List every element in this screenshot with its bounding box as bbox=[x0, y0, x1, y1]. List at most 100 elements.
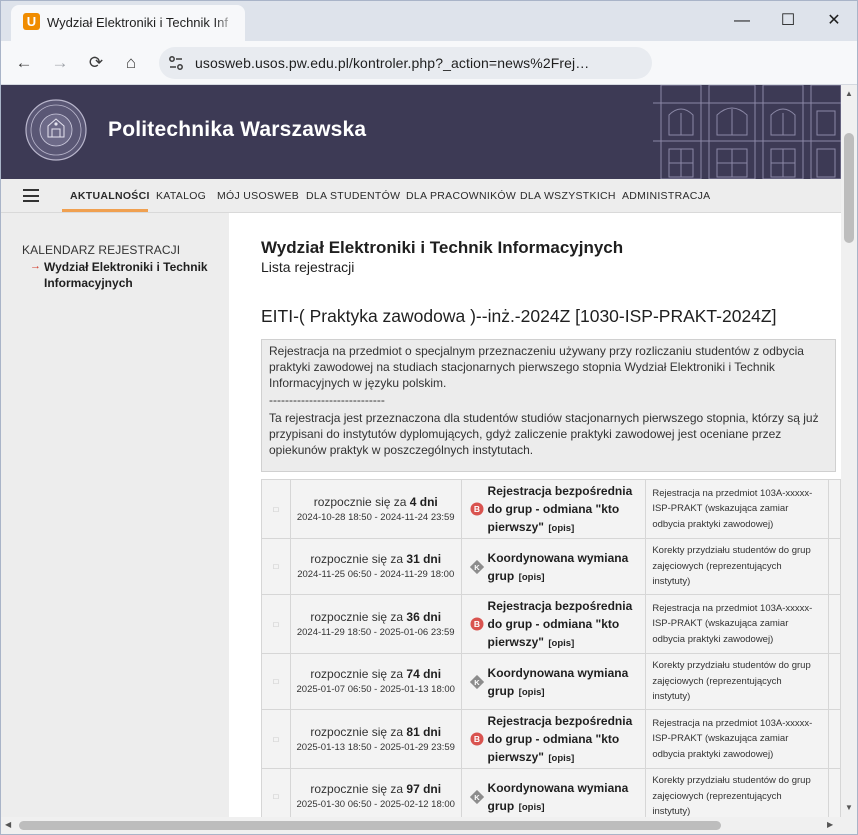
row-tail bbox=[828, 709, 841, 769]
scrollbar-thumb[interactable] bbox=[844, 133, 854, 243]
row-tail bbox=[828, 538, 841, 595]
menu-item-for-students[interactable]: DLA STUDENTÓW bbox=[306, 190, 400, 202]
row-dates: rozpocznie się za 36 dni 2024-11-29 18:50… bbox=[289, 594, 462, 654]
coordinated-exchange-icon: K bbox=[469, 789, 484, 804]
university-name[interactable]: Politechnika Warszawska bbox=[108, 118, 366, 142]
svg-text:K: K bbox=[474, 678, 480, 687]
maximize-icon[interactable]: ☐ bbox=[776, 9, 800, 33]
banner: Politechnika Warszawska bbox=[1, 85, 841, 179]
menu-item-administration[interactable]: ADMINISTRACJA bbox=[622, 190, 711, 202]
row-type: K Koordynowana wymiana grup [opis] bbox=[460, 768, 647, 817]
row-checkbox[interactable]: □ bbox=[261, 653, 291, 710]
menu-item-for-staff[interactable]: DLA PRACOWNIKÓW bbox=[406, 190, 516, 202]
description-link[interactable]: [opis] bbox=[548, 523, 574, 534]
menu-item-catalog[interactable]: KATALOG bbox=[156, 190, 206, 202]
description-separator: ----------------------------- bbox=[269, 393, 385, 407]
checkbox-icon[interactable]: □ bbox=[274, 562, 279, 571]
minimize-icon[interactable]: — bbox=[730, 9, 754, 33]
usos-favicon-icon: U bbox=[23, 13, 40, 30]
tab-title: Wydział Elektroniki i Technik Inf bbox=[47, 15, 228, 30]
days-count: 97 dni bbox=[406, 782, 442, 796]
horizontal-scrollbar[interactable]: ◀ ▶ bbox=[1, 817, 841, 834]
row-tail bbox=[828, 594, 841, 654]
row-note: Korekty przydziału studentów do grup zaj… bbox=[645, 653, 830, 710]
row-type: K Koordynowana wymiana grup [opis] bbox=[460, 538, 647, 595]
checkbox-icon[interactable]: □ bbox=[274, 505, 279, 514]
row-checkbox[interactable]: □ bbox=[261, 709, 291, 769]
row-note: Rejestracja na przedmiot 103A-xxxxx-ISP-… bbox=[645, 479, 830, 539]
direct-registration-icon: B bbox=[470, 617, 484, 631]
direct-registration-icon: B bbox=[470, 732, 484, 746]
description-link[interactable]: [opis] bbox=[519, 572, 545, 583]
forward-icon[interactable]: → bbox=[48, 51, 72, 75]
scroll-up-icon[interactable]: ▲ bbox=[845, 89, 853, 98]
vertical-scrollbar[interactable]: ▲ ▼ bbox=[841, 85, 857, 817]
row-dates: rozpocznie się za 31 dni 2024-11-25 06:50… bbox=[289, 538, 462, 595]
scroll-down-icon[interactable]: ▼ bbox=[845, 803, 853, 812]
row-type: B Rejestracja bezpośrednia do grup - odmi… bbox=[460, 479, 647, 539]
home-icon[interactable]: ⌂ bbox=[119, 51, 143, 75]
row-dates: rozpocznie się za 81 dni 2025-01-13 18:50… bbox=[289, 709, 462, 769]
days-count: 36 dni bbox=[406, 609, 442, 624]
starts-in-prefix: rozpocznie się za bbox=[313, 494, 410, 509]
scroll-left-icon[interactable]: ◀ bbox=[5, 820, 11, 829]
close-icon[interactable]: ✕ bbox=[822, 9, 846, 33]
back-icon[interactable]: ← bbox=[12, 51, 36, 75]
sidebar: KALENDARZ REJESTRACJI → Wydział Elektron… bbox=[1, 213, 229, 817]
sidebar-item-faculty[interactable]: Wydział Elektroniki i Technik Informacyj… bbox=[44, 259, 219, 291]
page-subtitle: Lista rejestracji bbox=[261, 259, 355, 275]
date-range: 2025-01-07 06:50 - 2025-01-13 18:00 bbox=[296, 684, 455, 695]
row-tail bbox=[828, 768, 841, 817]
main-menu: AKTUALNOŚCI KATALOG MÓJ USOSWEB DLA STUD… bbox=[1, 179, 841, 213]
checkbox-icon[interactable]: □ bbox=[274, 620, 279, 629]
row-note: Rejestracja na przedmiot 103A-xxxxx-ISP-… bbox=[645, 709, 830, 769]
date-range: 2025-01-30 06:50 - 2025-02-12 18:00 bbox=[296, 799, 455, 810]
site-settings-icon[interactable] bbox=[167, 54, 185, 72]
main-content: Wydział Elektroniki i Technik Informacyj… bbox=[229, 213, 841, 817]
row-checkbox[interactable]: □ bbox=[261, 479, 291, 539]
table-row: □ rozpocznie się za 36 dni 2024-11-29 18:5… bbox=[261, 594, 841, 654]
starts-in: rozpocznie się za 4 dni bbox=[291, 494, 461, 510]
title-bar: U Wydział Elektroniki i Technik Inf — ☐ … bbox=[1, 1, 857, 41]
row-checkbox[interactable]: □ bbox=[261, 594, 291, 654]
date-range: 2024-10-28 18:50 - 2024-11-24 23:59 bbox=[296, 511, 455, 523]
row-checkbox[interactable]: □ bbox=[261, 538, 291, 595]
reload-icon[interactable]: ⟳ bbox=[84, 51, 108, 75]
description-link[interactable]: [opis] bbox=[519, 687, 545, 698]
sidebar-heading[interactable]: KALENDARZ REJESTRACJI bbox=[22, 243, 180, 257]
description-link[interactable]: [opis] bbox=[548, 638, 574, 649]
days-count: 31 dni bbox=[406, 552, 442, 566]
scroll-right-icon[interactable]: ▶ bbox=[827, 820, 833, 829]
svg-text:K: K bbox=[474, 563, 480, 572]
university-seal-icon[interactable] bbox=[25, 99, 87, 161]
svg-text:B: B bbox=[473, 734, 479, 744]
address-bar[interactable]: usosweb.usos.pw.edu.pl/kontroler.php?_ac… bbox=[159, 47, 652, 79]
registration-description: Rejestracja na przedmiot o specjalnym pr… bbox=[261, 339, 836, 472]
coordinated-exchange-icon: K bbox=[469, 559, 484, 574]
url-text: usosweb.usos.pw.edu.pl/kontroler.php?_ac… bbox=[195, 55, 590, 71]
checkbox-icon[interactable]: □ bbox=[274, 735, 279, 744]
description-link[interactable]: [opis] bbox=[548, 753, 574, 764]
browser-tab[interactable]: U Wydział Elektroniki i Technik Inf bbox=[11, 5, 245, 41]
date-range: 2025-01-13 18:50 - 2025-01-29 23:59 bbox=[296, 741, 455, 753]
row-note: Rejestracja na przedmiot 103A-xxxxx-ISP-… bbox=[645, 594, 830, 654]
menu-item-news[interactable]: AKTUALNOŚCI bbox=[70, 190, 150, 202]
menu-item-for-everyone[interactable]: DLA WSZYSTKICH bbox=[520, 190, 616, 202]
checkbox-icon[interactable]: □ bbox=[274, 677, 279, 686]
starts-in: rozpocznie się za 81 dni bbox=[291, 724, 461, 740]
starts-in: rozpocznie się za 97 dni bbox=[291, 781, 461, 797]
web-page: Politechnika Warszawska AKTUALNOŚCI KATA… bbox=[1, 85, 841, 817]
row-dates: rozpocznie się za 4 dni 2024-10-28 18:50 … bbox=[289, 479, 462, 539]
active-menu-underline bbox=[62, 209, 148, 212]
scrollbar-thumb[interactable] bbox=[19, 821, 721, 830]
registration-type: Koordynowana wymiana grup bbox=[487, 550, 629, 583]
menu-hamburger-icon[interactable] bbox=[23, 189, 39, 202]
row-tail bbox=[828, 479, 841, 539]
menu-item-my-usosweb[interactable]: MÓJ USOSWEB bbox=[217, 190, 299, 202]
checkbox-icon[interactable]: □ bbox=[274, 792, 279, 801]
row-checkbox[interactable]: □ bbox=[261, 768, 291, 817]
table-row: □ rozpocznie się za 31 dni 2024-11-25 06:5… bbox=[261, 538, 841, 595]
table-row: □ rozpocznie się za 74 dni 2025-01-07 06:5… bbox=[261, 653, 841, 710]
description-link[interactable]: [opis] bbox=[519, 802, 545, 813]
starts-in: rozpocznie się za 36 dni bbox=[291, 609, 461, 625]
